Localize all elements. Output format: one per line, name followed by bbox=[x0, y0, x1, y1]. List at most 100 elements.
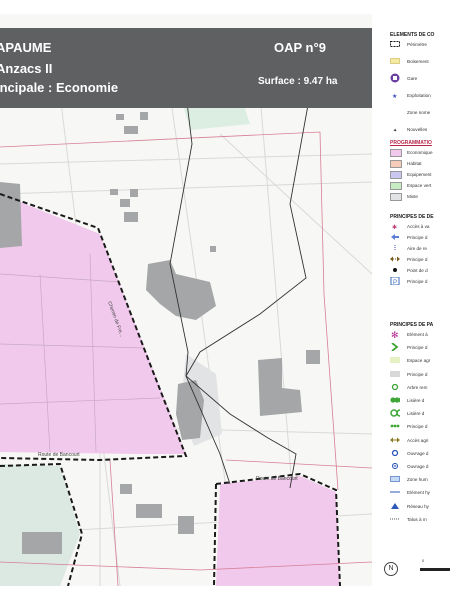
blue-ring-2-icon bbox=[390, 463, 400, 469]
svg-text:★: ★ bbox=[392, 93, 397, 98]
legend-item: Principe d bbox=[390, 423, 450, 431]
legend-item-label: Zone nome bbox=[407, 110, 431, 115]
legend-item-label: Principe d bbox=[407, 345, 428, 351]
legend-item: Réseau hy bbox=[390, 502, 450, 511]
title-commune: APAUME bbox=[0, 40, 52, 55]
legend-item: Habitat bbox=[390, 160, 450, 168]
legend-item: Principe d bbox=[390, 234, 450, 242]
color-swatch bbox=[390, 182, 402, 190]
dotted-line-icon bbox=[390, 516, 400, 522]
surface-label: Surface : 9.47 ha bbox=[258, 76, 338, 87]
parking-icon: P bbox=[390, 277, 400, 285]
legend-item: Espace agr bbox=[390, 357, 450, 365]
color-swatch bbox=[390, 171, 402, 179]
legend-item-label: Ouvrage d bbox=[407, 464, 429, 469]
green-chevron-icon bbox=[390, 343, 400, 352]
legend-item: ✻ Elément à bbox=[390, 330, 450, 339]
legend-section-title: PROGRAMMATIO bbox=[390, 140, 432, 146]
brown-double-arrow-icon bbox=[390, 256, 400, 262]
title-site: Anzacs II bbox=[0, 61, 53, 76]
oap-number: OAP n°9 bbox=[274, 40, 326, 55]
legend-item: Mixte bbox=[390, 193, 450, 201]
legend-item: Arbre rem bbox=[390, 383, 450, 392]
legend-item: Zone nome bbox=[390, 109, 450, 117]
zone-mixte-south-west[interactable] bbox=[0, 464, 80, 586]
green-dots-icon bbox=[390, 423, 400, 429]
color-swatch bbox=[390, 160, 402, 168]
legend-item-label: Principe d bbox=[407, 424, 428, 430]
legend-item-label: Mixte bbox=[407, 194, 418, 199]
dashed-perimeter-icon bbox=[390, 41, 400, 47]
legend-item-label: Talus à m bbox=[407, 516, 427, 522]
tree-row-icon bbox=[390, 397, 400, 403]
zone-economique-south[interactable] bbox=[216, 476, 340, 586]
legend-item-label: Périmètre bbox=[407, 42, 427, 47]
legend-panel: ELEMENTS DE CO Périmètre Boisement Gare ★ Exp… bbox=[374, 14, 450, 586]
legend-item-label: Nouvelles bbox=[407, 127, 428, 132]
legend-item-label: Aire de re bbox=[407, 246, 427, 251]
green-ring-icon bbox=[390, 383, 400, 390]
dot-icon bbox=[390, 267, 400, 273]
legend-item-label: Principe d bbox=[407, 371, 428, 377]
zone-icon bbox=[390, 109, 400, 115]
legend-item-label: Accès à va bbox=[407, 224, 430, 229]
legend-section-title: PRINCIPES DE DE bbox=[390, 214, 434, 220]
legend-section-title: ELEMENTS DE CO bbox=[390, 32, 435, 38]
legend-item-label: Gare bbox=[407, 76, 418, 81]
legend-item: Principe d bbox=[390, 370, 450, 379]
legend-item-label: Accès agri bbox=[407, 437, 429, 443]
road-label-bancourt-west: Route de Bancourt bbox=[38, 452, 80, 458]
svg-text:✱: ✱ bbox=[392, 224, 397, 229]
legend-item-label: Lisière d bbox=[407, 411, 425, 417]
legend-item: Espace vert bbox=[390, 182, 450, 190]
olive-arrow-icon bbox=[390, 437, 400, 443]
legend-item: Périmètre bbox=[390, 41, 450, 49]
legend-item: ✦ Nouvelles bbox=[390, 126, 450, 134]
color-swatch bbox=[390, 357, 400, 364]
legend-item-label: Elément à bbox=[407, 332, 428, 337]
legend-item: Gare bbox=[390, 73, 450, 83]
legend-item: Aire de re bbox=[390, 245, 450, 253]
legend-item-label: Zone hum bbox=[407, 477, 428, 483]
legend-item-label: Principe d bbox=[407, 235, 428, 240]
legend-item-label: Lisière d bbox=[407, 398, 425, 403]
legend-item-label: Point de d bbox=[407, 268, 428, 273]
legend-item-label: Exploitation bbox=[407, 93, 431, 98]
legend-item-label: Ouvrage d bbox=[407, 450, 429, 456]
legend-item-label: Equipement bbox=[407, 172, 432, 177]
magenta-asterisk-icon: ✻ bbox=[390, 330, 400, 338]
legend-item: ★ Exploitation bbox=[390, 92, 450, 100]
legend-item: Lisière d bbox=[390, 409, 450, 418]
legend-item: Accès agri bbox=[390, 437, 450, 445]
blue-dashed-icon bbox=[390, 245, 400, 251]
double-ring-icon bbox=[390, 409, 400, 417]
legend-item-label: Réseau hy bbox=[407, 503, 429, 509]
legend-item-label: Espace vert bbox=[407, 183, 432, 188]
legend-section-title: PRINCIPES DE PA bbox=[390, 322, 434, 328]
yellow-box-icon bbox=[390, 58, 400, 64]
blue-triangle-icon bbox=[390, 502, 400, 509]
legend-item: Principe d bbox=[390, 256, 450, 264]
legend-item-label: Economique bbox=[407, 150, 433, 155]
legend-item: Boisement bbox=[390, 58, 450, 66]
title-vocation: incipale : Economie bbox=[0, 80, 119, 95]
map-panel[interactable]: Chemin de Fre... Route de Bancourt Route… bbox=[0, 14, 372, 586]
legend-item: Point de d bbox=[390, 267, 450, 275]
legend-item: ✱ Accès à va bbox=[390, 223, 450, 231]
svg-text:P: P bbox=[393, 280, 397, 285]
color-swatch bbox=[390, 370, 400, 377]
pink-star-icon: ✱ bbox=[390, 223, 400, 229]
legend-item-label: Elément hy bbox=[407, 490, 430, 496]
blue-rect-icon bbox=[390, 476, 400, 482]
legend-item: P Principe d bbox=[390, 277, 450, 286]
legend-item: Principe d bbox=[390, 343, 450, 352]
legend-item: Ouvrage d bbox=[390, 463, 450, 471]
legend-item: Ouvrage d bbox=[390, 449, 450, 458]
svg-text:✦: ✦ bbox=[393, 128, 397, 132]
legend-item: Economique bbox=[390, 149, 450, 157]
color-swatch bbox=[390, 193, 402, 201]
legend-item: Lisière d bbox=[390, 397, 450, 405]
legend-item: Equipement bbox=[390, 171, 450, 179]
compass-icon: N bbox=[384, 562, 398, 576]
zone-economique-west[interactable] bbox=[0, 194, 186, 454]
